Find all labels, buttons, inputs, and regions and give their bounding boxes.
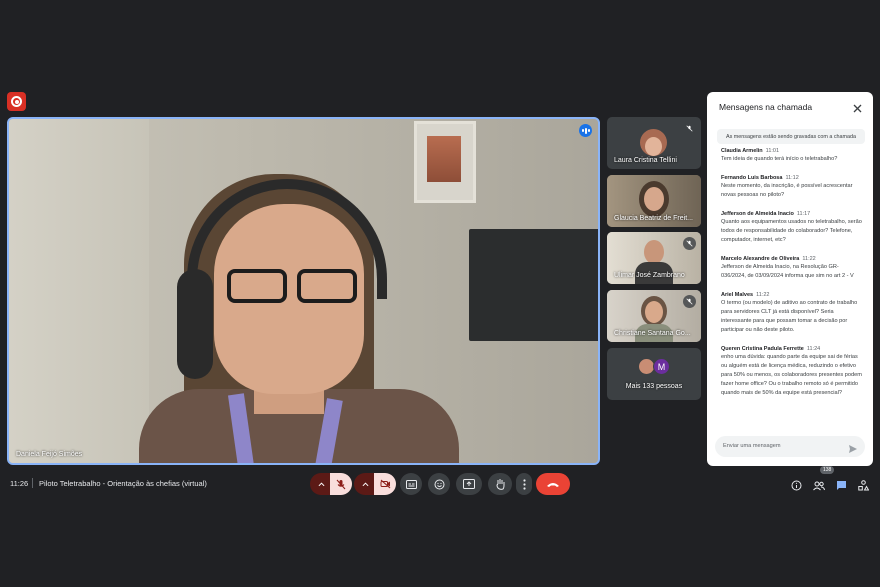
participant-tile[interactable]: Ulimar José Zambrano bbox=[607, 232, 701, 284]
message-author: Marcelo Alexandre de Oliveira bbox=[721, 256, 800, 262]
participant-tile[interactable]: Christiane Santana Go... bbox=[607, 290, 701, 342]
participant-name: Glaucia Beatriz de Freit... bbox=[614, 215, 693, 222]
chat-message: Queren Cristina Padula Ferrette 11:24 enh… bbox=[721, 345, 863, 398]
chevron-up-icon bbox=[362, 481, 368, 486]
hand-icon bbox=[496, 479, 504, 490]
mic-off-icon bbox=[683, 237, 696, 250]
send-icon[interactable] bbox=[848, 441, 858, 459]
chat-message: Marcelo Alexandre de Oliveira 11:22 Jeffe… bbox=[721, 255, 863, 281]
chevron-up-icon bbox=[318, 481, 324, 486]
chat-title: Mensagens na chamada bbox=[719, 102, 813, 112]
mic-off-icon bbox=[683, 122, 696, 135]
mic-off-icon bbox=[683, 295, 696, 308]
emoji-icon bbox=[434, 479, 444, 489]
mic-off-icon bbox=[336, 479, 346, 489]
chat-messages: Claudia Armelin 11:01 Tem ideia de quando… bbox=[721, 147, 863, 408]
participant-tile[interactable]: Laura Cristina Tellini bbox=[607, 117, 701, 169]
message-time: 11:12 bbox=[785, 175, 799, 181]
message-text: Jefferson de Almeida Inacio, na Resoluçã… bbox=[721, 264, 854, 279]
message-text: O termo (ou modelo) de aditivo ao contra… bbox=[721, 300, 858, 333]
message-text: Tem ideia de quando terá início o teletr… bbox=[721, 156, 838, 162]
message-time: 11:17 bbox=[796, 211, 811, 217]
participant-name: Laura Cristina Tellini bbox=[614, 157, 677, 164]
message-text: Neste momento, da inscrição, é possível … bbox=[721, 183, 853, 198]
participant-name: Christiane Santana Go... bbox=[614, 330, 691, 337]
present-icon bbox=[463, 479, 475, 489]
main-video-tile[interactable]: Daniela Feijó Simões bbox=[7, 117, 600, 465]
message-author: Fernando Luis Barbosa bbox=[721, 175, 783, 181]
more-options-button[interactable] bbox=[516, 473, 532, 495]
message-author: Ariel Malves bbox=[721, 292, 754, 298]
camera-toggle-button[interactable] bbox=[374, 473, 396, 495]
chat-message: Claudia Armelin 11:01 Tem ideia de quando… bbox=[721, 147, 863, 164]
recording-notice: As mensagens estão sendo gravadas com a … bbox=[717, 129, 865, 144]
avatar: M bbox=[653, 358, 670, 375]
bottom-toolbar: 11:26 Piloto Teletrabalho - Orientação à… bbox=[0, 466, 880, 496]
raise-hand-button[interactable] bbox=[488, 473, 512, 495]
camera-off-icon bbox=[380, 479, 390, 489]
chat-panel: Mensagens na chamada As mensagens estão … bbox=[707, 92, 873, 466]
message-author: Claudia Armelin bbox=[721, 148, 763, 154]
present-screen-button[interactable] bbox=[456, 473, 482, 495]
message-text: enho uma dúvida: quando parte da equipe … bbox=[721, 354, 862, 396]
message-time: 11:22 bbox=[802, 256, 816, 262]
meeting-clock: 11:26 bbox=[10, 479, 29, 488]
people-count-badge: 138 bbox=[820, 466, 835, 474]
meeting-title: Piloto Teletrabalho - Orientação às chef… bbox=[39, 479, 207, 488]
chat-message: Ariel Malves 11:22 O termo (ou modelo) de… bbox=[721, 291, 863, 335]
participant-tile[interactable]: Glaucia Beatriz de Freit... bbox=[607, 175, 701, 227]
chat-icon[interactable] bbox=[836, 478, 847, 496]
chat-input[interactable]: Enviar uma mensagem bbox=[715, 436, 865, 457]
message-time: 11:01 bbox=[765, 148, 780, 154]
message-author: Jefferson de Almeida Inacio bbox=[721, 211, 794, 217]
message-time: 11:24 bbox=[806, 346, 821, 352]
main-speaker-name: Daniela Feijó Simões bbox=[16, 451, 83, 458]
chat-input-placeholder: Enviar uma mensagem bbox=[723, 443, 781, 449]
message-author: Queren Cristina Padula Ferrette bbox=[721, 346, 804, 352]
more-people-label: Mais 133 pessoas bbox=[625, 383, 683, 390]
chat-message: Fernando Luis Barbosa 11:12 Neste momento… bbox=[721, 174, 863, 200]
message-text: Quanto aos equipamentos usados no teletr… bbox=[721, 219, 862, 243]
speaking-indicator-icon bbox=[579, 124, 592, 137]
reactions-button[interactable] bbox=[428, 473, 450, 495]
recording-icon[interactable] bbox=[7, 92, 26, 111]
more-people-tile[interactable]: M Mais 133 pessoas bbox=[607, 348, 701, 400]
leave-call-button[interactable] bbox=[536, 473, 570, 495]
hang-up-icon bbox=[547, 482, 559, 487]
captions-icon bbox=[405, 479, 417, 489]
more-vert-icon bbox=[522, 478, 526, 490]
activities-icon[interactable] bbox=[858, 478, 870, 496]
captions-button[interactable] bbox=[400, 473, 422, 495]
chat-message: Jefferson de Almeida Inacio 11:17 Quanto … bbox=[721, 210, 863, 245]
people-icon[interactable] bbox=[813, 478, 825, 496]
mic-toggle-button[interactable] bbox=[330, 473, 352, 495]
close-icon[interactable] bbox=[852, 101, 863, 113]
video-options-button[interactable] bbox=[354, 473, 376, 495]
info-icon[interactable] bbox=[791, 478, 802, 496]
audio-options-button[interactable] bbox=[310, 473, 332, 495]
message-time: 11:22 bbox=[756, 292, 770, 298]
participant-name: Ulimar José Zambrano bbox=[614, 272, 685, 279]
